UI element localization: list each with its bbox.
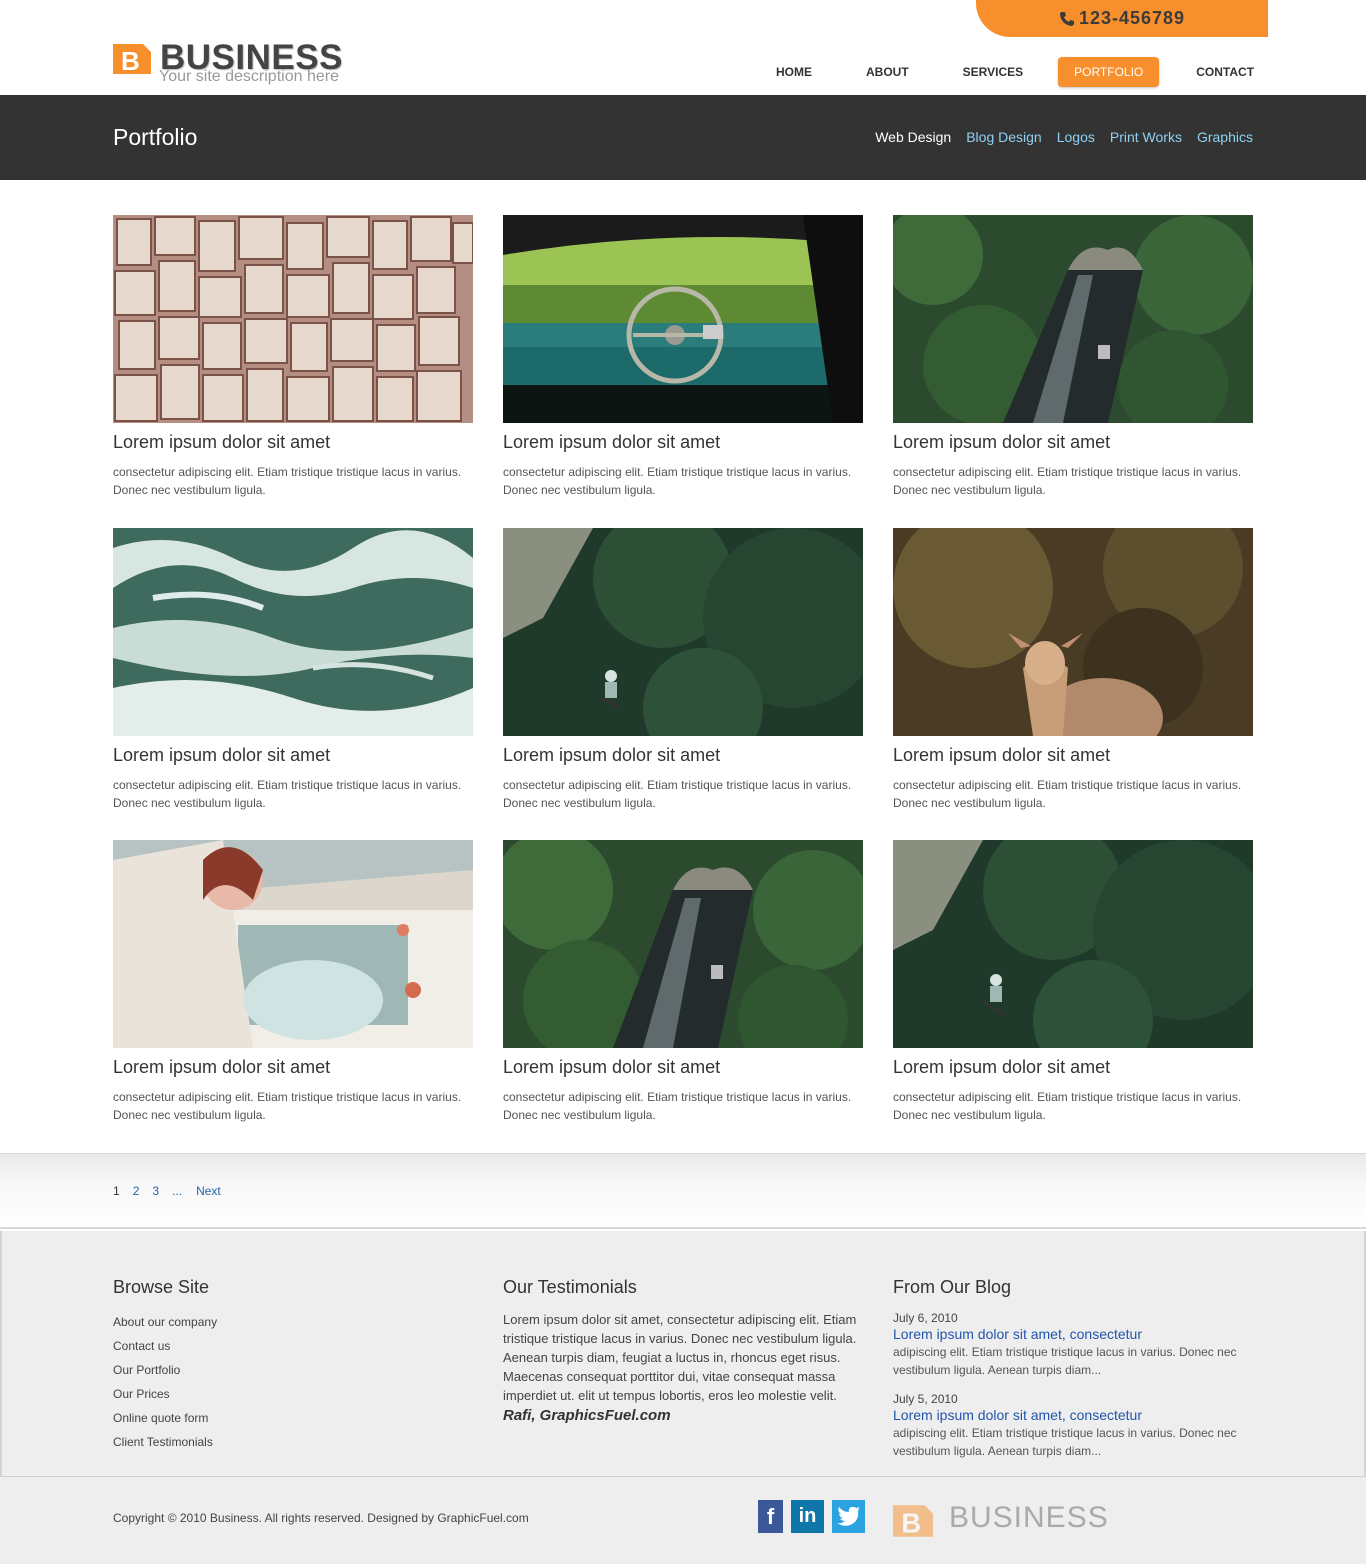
filter-web-design[interactable]: Web Design (875, 129, 951, 145)
footer-link-about[interactable]: About our company (113, 1310, 217, 1334)
twitter-icon[interactable] (832, 1500, 865, 1533)
linkedin-icon[interactable]: in (791, 1500, 824, 1533)
page-link-1[interactable]: 1 (113, 1184, 120, 1198)
testimonial-text: Lorem ipsum dolor sit amet, consectetur … (503, 1312, 857, 1403)
blog-heading: From Our Blog (893, 1277, 1012, 1297)
portfolio-item[interactable]: Lorem ipsum dolor sit amet consectetur a… (113, 528, 473, 818)
portfolio-item-title[interactable]: Lorem ipsum dolor sit amet (113, 745, 330, 766)
portfolio-image-books[interactable] (113, 215, 473, 423)
blog-post-date: July 6, 2010 (893, 1311, 958, 1325)
footer-logo-title: BUSINESS (949, 1501, 1109, 1534)
footer-logo[interactable]: B BUSINESS (893, 1501, 1123, 1541)
testimonials-column: Our Testimonials Lorem ipsum dolor sit a… (503, 1277, 863, 1424)
portfolio-image-car-interior[interactable] (503, 215, 863, 423)
portfolio-item[interactable]: Lorem ipsum dolor sit amet consectetur a… (113, 840, 473, 1130)
blog-post: July 6, 2010 Lorem ipsum dolor sit amet,… (893, 1310, 1253, 1379)
footer-link-testimonials[interactable]: Client Testimonials (113, 1430, 217, 1454)
browse-site-heading: Browse Site (113, 1277, 210, 1297)
portfolio-item-title[interactable]: Lorem ipsum dolor sit amet (893, 745, 1110, 766)
page-link-2[interactable]: 2 (133, 1184, 140, 1198)
portfolio-item-desc: consectetur adipiscing elit. Etiam trist… (503, 778, 852, 810)
portfolio-item-desc: consectetur adipiscing elit. Etiam trist… (503, 1090, 852, 1122)
nav-about[interactable]: ABOUT (850, 57, 925, 87)
blog-post-title[interactable]: Lorem ipsum dolor sit amet, consectetur (893, 1326, 1253, 1343)
testimonial-author: Rafi, GraphicsFuel.com (503, 1407, 671, 1424)
nav-home[interactable]: HOME (756, 57, 828, 87)
portfolio-item-desc: consectetur adipiscing elit. Etiam trist… (113, 1090, 462, 1122)
portfolio-item-title[interactable]: Lorem ipsum dolor sit amet (893, 1057, 1110, 1078)
phone-tab: 123-456789 (976, 0, 1268, 37)
blog-post-date: July 5, 2010 (893, 1392, 958, 1406)
filter-logos[interactable]: Logos (1057, 129, 1095, 145)
portfolio-item-desc: consectetur adipiscing elit. Etiam trist… (113, 465, 462, 497)
blog-column: From Our Blog July 6, 2010 Lorem ipsum d… (893, 1277, 1253, 1472)
pagination: 1 2 3 ... Next (113, 1184, 234, 1198)
portfolio-item-desc: consectetur adipiscing elit. Etiam trist… (503, 465, 852, 497)
portfolio-item-title[interactable]: Lorem ipsum dolor sit amet (503, 1057, 720, 1078)
portfolio-item[interactable]: Lorem ipsum dolor sit amet consectetur a… (113, 215, 473, 505)
portfolio-item[interactable]: Lorem ipsum dolor sit amet consectetur a… (503, 840, 863, 1130)
footer-link-contact[interactable]: Contact us (113, 1334, 217, 1358)
footer-link-prices[interactable]: Our Prices (113, 1382, 217, 1406)
portfolio-image-forest-tunnel[interactable] (893, 215, 1253, 423)
portfolio-image-forest-tunnel[interactable] (503, 840, 863, 1048)
portfolio-item-desc: consectetur adipiscing elit. Etiam trist… (893, 465, 1242, 497)
portfolio-item-title[interactable]: Lorem ipsum dolor sit amet (113, 432, 330, 453)
portfolio-image-ocean-waves[interactable] (113, 528, 473, 736)
portfolio-item-desc: consectetur adipiscing elit. Etiam trist… (893, 778, 1242, 810)
filter-graphics[interactable]: Graphics (1197, 129, 1253, 145)
footer-bottom-bar: Copyright © 2010 Business. All rights re… (0, 1476, 1366, 1564)
footer-link-quote[interactable]: Online quote form (113, 1406, 217, 1430)
site-footer: Browse Site About our company Contact us… (0, 1231, 1366, 1476)
svg-text:B: B (901, 1508, 921, 1537)
main-nav: HOME ABOUT SERVICES PORTFOLIO CONTACT (756, 57, 1270, 87)
logo-mark-icon: B (113, 44, 151, 74)
page-title: Portfolio (113, 124, 198, 150)
blog-post: July 5, 2010 Lorem ipsum dolor sit amet,… (893, 1391, 1253, 1460)
phone-icon (1059, 11, 1075, 27)
page-title-bar: Portfolio Web Design Blog Design Logos P… (0, 95, 1366, 180)
blog-post-excerpt: adipiscing elit. Etiam tristique tristiq… (893, 1426, 1237, 1458)
filter-blog-design[interactable]: Blog Design (966, 129, 1042, 145)
portfolio-item-desc: consectetur adipiscing elit. Etiam trist… (113, 778, 462, 810)
logo-mark-icon: B (893, 1505, 933, 1537)
portfolio-item-title[interactable]: Lorem ipsum dolor sit amet (503, 745, 720, 766)
nav-portfolio[interactable]: PORTFOLIO (1058, 57, 1160, 87)
portfolio-item[interactable]: Lorem ipsum dolor sit amet consectetur a… (893, 528, 1253, 818)
testimonials-heading: Our Testimonials (503, 1277, 637, 1297)
portfolio-item-title[interactable]: Lorem ipsum dolor sit amet (503, 432, 720, 453)
logo-tagline: Your site description here (159, 68, 339, 85)
page-next-link[interactable]: Next (196, 1184, 221, 1198)
filter-print-works[interactable]: Print Works (1110, 129, 1182, 145)
copyright-text: Copyright © 2010 Business. All rights re… (113, 1511, 529, 1525)
footer-link-portfolio[interactable]: Our Portfolio (113, 1358, 217, 1382)
portfolio-item[interactable]: Lorem ipsum dolor sit amet consectetur a… (503, 528, 863, 818)
nav-contact[interactable]: CONTACT (1180, 57, 1270, 87)
portfolio-filters: Web Design Blog Design Logos Print Works… (860, 129, 1253, 145)
page-ellipsis: ... (172, 1184, 183, 1198)
portfolio-item-title[interactable]: Lorem ipsum dolor sit amet (113, 1057, 330, 1078)
portfolio-image-wedding-car[interactable] (113, 840, 473, 1048)
portfolio-item-title[interactable]: Lorem ipsum dolor sit amet (893, 432, 1110, 453)
portfolio-item[interactable]: Lorem ipsum dolor sit amet consectetur a… (893, 840, 1253, 1130)
phone-number: 123-456789 (1078, 8, 1186, 28)
portfolio-item[interactable]: Lorem ipsum dolor sit amet consectetur a… (503, 215, 863, 505)
portfolio-item[interactable]: Lorem ipsum dolor sit amet consectetur a… (893, 215, 1253, 505)
blog-post-excerpt: adipiscing elit. Etiam tristique tristiq… (893, 1345, 1237, 1377)
social-links: f in (758, 1500, 873, 1533)
portfolio-image-forest-cyclist[interactable] (503, 528, 863, 736)
page-link-3[interactable]: 3 (152, 1184, 159, 1198)
facebook-icon[interactable]: f (758, 1500, 783, 1533)
site-header: 123-456789 B BUSINESS Your site descript… (0, 0, 1366, 95)
nav-services[interactable]: SERVICES (947, 57, 1039, 87)
portfolio-image-deer[interactable] (893, 528, 1253, 736)
browse-site-list: About our company Contact us Our Portfol… (113, 1310, 217, 1454)
svg-text:B: B (121, 46, 140, 74)
blog-post-title[interactable]: Lorem ipsum dolor sit amet, consectetur (893, 1407, 1253, 1424)
site-logo[interactable]: B BUSINESS Your site description here (113, 40, 353, 85)
portfolio-item-desc: consectetur adipiscing elit. Etiam trist… (893, 1090, 1242, 1122)
browse-site-column: Browse Site About our company Contact us… (113, 1277, 217, 1454)
pagination-bar: 1 2 3 ... Next (0, 1153, 1366, 1229)
portfolio-image-forest-cyclist[interactable] (893, 840, 1253, 1048)
